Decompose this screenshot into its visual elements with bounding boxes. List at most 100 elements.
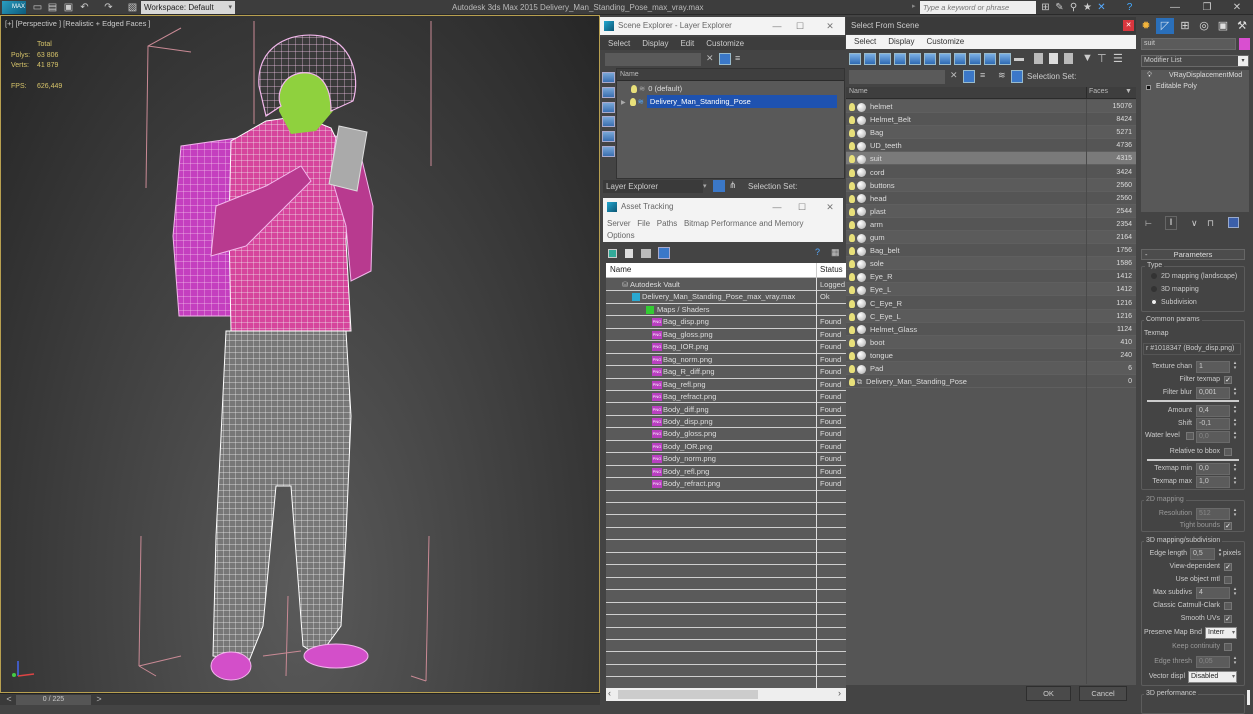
light-bulb-icon[interactable]	[631, 85, 637, 94]
undo-icon[interactable]: ↶	[79, 2, 90, 13]
close-button[interactable]: ✕	[819, 17, 841, 35]
spinner[interactable]: ▴ ▾	[1232, 361, 1238, 371]
filter-icon[interactable]: ▼	[1082, 52, 1093, 64]
tree-view-icon[interactable]	[641, 249, 651, 258]
menu-display[interactable]: Display	[888, 35, 914, 49]
object-row[interactable]: helmet 15076	[846, 100, 1136, 114]
use-object-mtl-checkbox[interactable]	[1224, 576, 1232, 584]
chevron-down-icon[interactable]: ▾	[703, 180, 707, 193]
project-folder-icon[interactable]: ▧	[127, 2, 138, 13]
object-row[interactable]: C_Eye_L 1216	[846, 309, 1136, 323]
sort-by-layer-icon[interactable]	[713, 180, 725, 192]
radio-2d-mapping[interactable]: 2D mapping (landscape)	[1151, 273, 1237, 280]
spinner[interactable]: ▴ ▾	[1232, 587, 1238, 597]
display-xrefs-icon[interactable]	[954, 53, 966, 65]
motion-tab-icon[interactable]: ◎	[1195, 18, 1213, 34]
light-bulb-icon[interactable]	[849, 155, 855, 164]
wrench-icon[interactable]: ✎	[1054, 2, 1065, 13]
view-dependent-checkbox[interactable]: ✓	[1224, 563, 1232, 571]
configure-modifier-sets-icon[interactable]	[1228, 217, 1239, 228]
asset-row[interactable]: PNG Bag_IOR.png Found	[606, 341, 846, 354]
menu-select[interactable]: Select	[854, 35, 876, 49]
object-row[interactable]: UD_teeth 4736	[846, 139, 1136, 153]
display-helpers-icon[interactable]	[909, 53, 921, 65]
column-header-status[interactable]: Status	[820, 265, 843, 274]
expand-icon[interactable]: ▸	[912, 2, 916, 10]
shift-field[interactable]: -0,1	[1196, 418, 1230, 430]
scene-explorer-titlebar[interactable]: Scene Explorer - Layer Explorer — ☐ ✕	[600, 17, 845, 35]
spinner[interactable]: ▴ ▾	[1232, 405, 1238, 415]
modify-tab-icon[interactable]: ◸	[1156, 18, 1174, 34]
modifier-list-dropdown[interactable]: Modifier List ▾	[1141, 55, 1249, 67]
light-bulb-icon[interactable]	[849, 260, 855, 269]
column-header-faces[interactable]: Faces	[1089, 88, 1108, 95]
columns-icon[interactable]: ☰	[1113, 52, 1123, 65]
filter-options-icon[interactable]: ⊤	[1097, 52, 1107, 65]
object-color-swatch[interactable]	[1239, 38, 1250, 50]
help-icon[interactable]: ?	[1124, 2, 1135, 13]
remove-modifier-icon[interactable]: ⊓	[1207, 218, 1214, 229]
asset-row[interactable]: PNG Body_norm.png Found	[606, 453, 846, 466]
expand-arrow-icon[interactable]: ▶	[621, 100, 626, 106]
time-slider[interactable]: < 0 / 225 >	[0, 693, 600, 705]
horizontal-scrollbar[interactable]: ‹ ›	[606, 688, 846, 701]
make-unique-icon[interactable]: ∨	[1191, 218, 1198, 229]
object-row[interactable]: plast 2544	[846, 204, 1136, 218]
restore-button[interactable]: ❐	[1192, 0, 1222, 15]
object-row[interactable]: Eye_R 1412	[846, 270, 1136, 284]
find-field[interactable]	[849, 70, 945, 84]
star-icon[interactable]: ★	[1082, 2, 1093, 13]
vector-displ-dropdown[interactable]: Disabled ▾	[1188, 671, 1237, 683]
object-row[interactable]: gum 2164	[846, 231, 1136, 245]
sort-desc-icon[interactable]: ▼	[1125, 88, 1132, 95]
object-row[interactable]: Bag 5271	[846, 126, 1136, 140]
light-bulb-icon[interactable]	[849, 338, 855, 347]
new-file-icon[interactable]: ▭	[32, 2, 43, 13]
light-bulb-icon[interactable]	[849, 378, 855, 387]
menu-bitmap-performance[interactable]: Bitmap Performance and Memory	[684, 219, 804, 228]
modifier-stack-item[interactable]: Editable Poly	[1141, 83, 1249, 93]
object-row[interactable]: sole 1586	[846, 257, 1136, 271]
menu-server[interactable]: Server	[607, 219, 631, 228]
save-icon[interactable]: ▣	[63, 2, 74, 13]
close-button[interactable]: ✕	[1123, 20, 1134, 31]
relative-bbox-checkbox[interactable]	[1224, 448, 1232, 456]
column-header-name[interactable]: Name	[617, 69, 844, 81]
asset-row[interactable]: PNG Body_refl.png Found	[606, 466, 846, 479]
create-tab-icon[interactable]: ✹	[1137, 18, 1155, 34]
light-bulb-icon[interactable]	[849, 220, 855, 229]
resolution-field[interactable]: 512	[1196, 508, 1230, 520]
light-bulb-icon[interactable]	[849, 194, 855, 203]
scroll-right-icon[interactable]: ›	[838, 688, 841, 698]
display-containers-icon[interactable]	[984, 53, 996, 65]
display-lights-icon[interactable]	[602, 102, 615, 113]
select-none-icon[interactable]	[1049, 53, 1058, 64]
light-bulb-icon[interactable]	[849, 103, 855, 112]
asset-row[interactable]: PNG Body_gloss.png Found	[606, 428, 846, 441]
layer-options-icon[interactable]: ≡	[735, 53, 740, 63]
radio-3d-mapping[interactable]: 3D mapping	[1151, 286, 1199, 293]
timeline-frame-indicator[interactable]: 0 / 225	[16, 695, 91, 705]
list-view-icon[interactable]	[625, 249, 633, 258]
ok-button[interactable]: OK	[1026, 686, 1071, 701]
spinner[interactable]: ▴ ▾	[1232, 431, 1238, 441]
object-row[interactable]: C_Eye_R 1216	[846, 296, 1136, 310]
asset-row[interactable]: PNG Bag_disp.png Found	[606, 316, 846, 329]
object-row[interactable]: Eye_L 1412	[846, 283, 1136, 297]
object-row[interactable]: Pad 6	[846, 362, 1136, 376]
object-row[interactable]: head 2560	[846, 191, 1136, 205]
display-cameras-icon[interactable]	[602, 116, 615, 127]
layer-row[interactable]: ≋ 0 (default)	[617, 82, 844, 95]
display-shapes-icon[interactable]	[864, 53, 876, 65]
asset-row[interactable]: ⛁ Autodesk Vault Logged	[606, 279, 846, 292]
asset-row[interactable]: PNG Body_diff.png Found	[606, 404, 846, 416]
spinner[interactable]: ▴ ▾	[1232, 387, 1238, 397]
light-bulb-icon[interactable]	[629, 98, 636, 107]
spinner[interactable]: ▴ ▾	[1232, 508, 1238, 518]
explorer-type-dropdown[interactable]: Layer Explorer	[603, 180, 703, 193]
workspace-dropdown[interactable]: Workspace: Default ▾	[141, 1, 235, 14]
asset-row[interactable]: PNG Bag_R_diff.png Found	[606, 366, 846, 379]
spinner[interactable]: ▴ ▾	[1232, 656, 1238, 666]
display-shapes-icon[interactable]	[602, 87, 615, 98]
scroll-left-icon[interactable]: ‹	[608, 688, 611, 698]
